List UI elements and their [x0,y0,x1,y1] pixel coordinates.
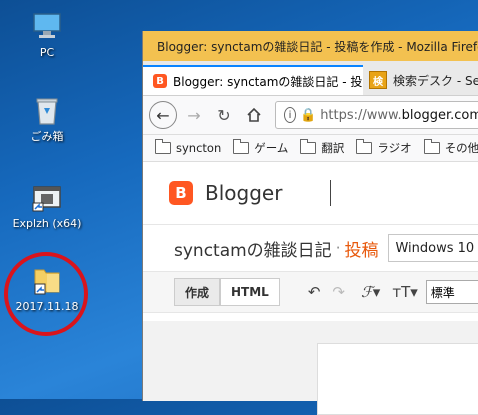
desktop-icon-recycle-bin[interactable]: ごみ箱 [8,94,86,143]
explzh-icon [31,181,63,213]
forward-button[interactable]: → [181,102,207,128]
home-icon [247,107,261,122]
blogger-header: B Blogger [143,162,478,225]
html-mode-button[interactable]: HTML [220,278,280,306]
search-desk-favicon-icon: 検 [369,71,387,89]
bookmark-label: ゲーム [254,141,289,155]
navigation-bar: ← → ↻ i 🔒 https://www. blogger.com [143,96,478,135]
bookmark-label: syncton [176,141,222,155]
desktop-icon-pc[interactable]: PC [8,10,86,59]
folder-icon [233,139,250,154]
post-title-input[interactable]: Windows 10 F [388,234,478,262]
bookmark-label: その他 [444,141,478,155]
window-title: Blogger: synctamの雑談日記 - 投稿を作成 - Mozilla … [157,39,478,54]
font-family-icon[interactable]: ℱ▾ [361,283,380,301]
arrow-right-icon: → [187,105,201,125]
post-body-editor[interactable] [317,343,478,415]
folder-icon [300,139,317,154]
arrow-left-icon: ← [156,105,170,125]
folder-icon [155,139,171,154]
redo-icon[interactable]: ↷ [332,283,345,301]
blogger-favicon-icon: B [153,74,167,88]
format-select[interactable]: 標準 [425,280,478,304]
blog-name[interactable]: synctamの雑談日記 [174,236,332,261]
window-titlebar[interactable]: Blogger: synctamの雑談日記 - 投稿を作成 - Mozilla … [143,31,478,61]
font-size-icon[interactable]: ᴛT▾ [392,283,417,301]
back-button[interactable]: ← [149,101,177,129]
tab-label: Blogger: synctamの雑談日記 - 投 [173,74,363,89]
separator: · [335,239,341,257]
editor-area [143,321,478,415]
text-cursor [330,180,332,206]
url-scheme: https://www. [320,107,402,123]
new-post-label: 投稿 [344,240,379,261]
highlight-circle [4,252,88,336]
bookmark-label: ラジオ [377,141,412,155]
bookmark-folder[interactable]: ゲーム [233,139,289,156]
url-host: blogger.com [401,107,478,123]
compose-mode-button[interactable]: 作成 [174,278,221,306]
folder-icon [423,139,440,154]
editor-toolbar: 作成 HTML ↶ ↷ ℱ▾ ᴛT▾ 標準 [143,271,478,313]
blogger-brand[interactable]: Blogger [205,181,282,205]
reload-button[interactable]: ↻ [211,102,237,128]
bookmark-folder[interactable]: ラジオ [356,139,412,156]
desktop-icon-label: Explzh (x64) [12,217,82,230]
bookmark-label: 翻訳 [321,141,345,155]
post-header-row: synctamの雑談日記 · 投稿 Windows 10 F [143,225,478,271]
tab-label: 検索デスク - Sea [393,73,478,88]
reload-icon: ↻ [217,105,231,125]
home-button[interactable] [241,102,267,128]
recycle-bin-icon [31,94,63,126]
bookmark-folder[interactable]: 翻訳 [300,139,345,156]
desktop-icon-label: ごみ箱 [30,130,64,143]
info-icon[interactable]: i [284,107,296,123]
pc-icon [31,10,63,42]
url-bar[interactable]: i 🔒 https://www. blogger.com [275,101,478,129]
bookmark-folder[interactable]: その他 [423,139,478,156]
folder-icon [356,139,373,154]
lock-icon: 🔒 [300,107,317,123]
tab-blogger[interactable]: B Blogger: synctamの雑談日記 - 投 [143,65,363,95]
tab-search-desk[interactable]: 検 検索デスク - Sea [369,65,478,95]
blogger-logo-icon[interactable]: B [169,181,193,205]
tab-bar: B Blogger: synctamの雑談日記 - 投 検 検索デスク - Se… [143,61,478,96]
firefox-window: Blogger: synctamの雑談日記 - 投稿を作成 - Mozilla … [142,31,478,415]
desktop-icon-explzh[interactable]: Explzh (x64) [8,181,86,230]
bookmarks-toolbar: syncton ゲーム 翻訳 ラジオ その他 [143,135,478,162]
bookmark-folder[interactable]: syncton [155,139,222,155]
desktop-icon-label: PC [39,46,55,59]
undo-icon[interactable]: ↶ [308,283,321,301]
